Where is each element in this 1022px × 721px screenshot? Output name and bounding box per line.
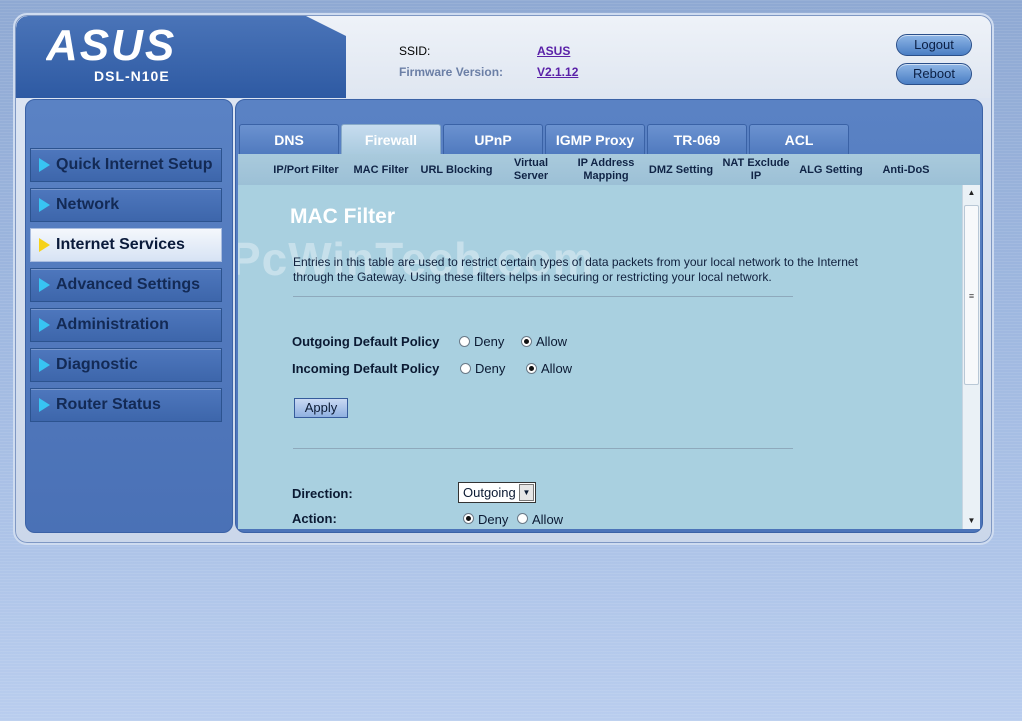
action-deny-radio[interactable] (463, 513, 474, 524)
tab-acl[interactable]: ACL (749, 124, 849, 155)
sidebar-item-label: Internet Services (56, 236, 185, 253)
arrow-icon (39, 318, 50, 332)
sidebar-item-router-status[interactable]: Router Status (30, 388, 222, 422)
sidebar-item-internet-services[interactable]: Internet Services (30, 228, 222, 262)
outgoing-deny-label: Deny (474, 334, 505, 349)
direction-selected-value: Outgoing (463, 485, 516, 500)
header-bar: ASUS DSL-N10E SSID: ASUS Firmware Versio… (16, 16, 991, 98)
sub-navigation: IP/Port Filter MAC Filter URL Blocking V… (238, 154, 980, 185)
sidebar-item-label: Quick Internet Setup (56, 156, 213, 173)
direction-label: Direction: (292, 486, 353, 501)
divider (293, 448, 793, 449)
model-name: DSL-N10E (94, 68, 170, 84)
arrow-icon (39, 158, 50, 172)
sidebar-item-advanced-settings[interactable]: Advanced Settings (30, 268, 222, 302)
incoming-allow-label: Allow (541, 361, 573, 376)
action-allow-label: Allow (532, 512, 564, 527)
outgoing-allow-label: Allow (536, 334, 568, 349)
scroll-thumb[interactable]: ≡ (964, 205, 979, 385)
outgoing-allow-radio[interactable] (521, 336, 532, 347)
content-scrollbar[interactable]: ▲ ≡ ▼ (962, 185, 980, 529)
subnav-anti-dos[interactable]: Anti-DoS (876, 164, 936, 177)
subnav-ip-address-mapping[interactable]: IP Address Mapping (571, 157, 641, 183)
tab-dns[interactable]: DNS (239, 124, 339, 155)
sidebar-item-diagnostic[interactable]: Diagnostic (30, 348, 222, 382)
arrow-icon (39, 238, 50, 252)
tab-upnp[interactable]: UPnP (443, 124, 543, 155)
subnav-url-blocking[interactable]: URL Blocking (419, 164, 494, 177)
apply-button[interactable]: Apply (294, 398, 348, 418)
subnav-dmz-setting[interactable]: DMZ Setting (645, 164, 717, 177)
sidebar-item-label: Router Status (56, 396, 161, 413)
subnav-mac-filter[interactable]: MAC Filter (350, 164, 412, 177)
incoming-allow-radio[interactable] (526, 363, 537, 374)
incoming-deny-radio[interactable] (460, 363, 471, 374)
incoming-deny-label: Deny (475, 361, 506, 376)
reboot-button[interactable]: Reboot (896, 63, 972, 85)
svg-text:ASUS: ASUS (46, 22, 176, 68)
incoming-policy-label: Incoming Default Policy (292, 361, 440, 376)
sidebar-item-quick-internet-setup[interactable]: Quick Internet Setup (30, 148, 222, 182)
sidebar-item-label: Diagnostic (56, 356, 138, 373)
sidebar: Quick Internet Setup Network Internet Se… (25, 99, 233, 533)
tab-tr-069[interactable]: TR-069 (647, 124, 747, 155)
sidebar-item-label: Advanced Settings (56, 276, 201, 293)
scroll-down-icon[interactable]: ▼ (963, 513, 980, 529)
content-area: PcWinTech.com MAC Filter Entries in this… (238, 185, 963, 529)
page-title: MAC Filter (290, 205, 395, 228)
logout-button[interactable]: Logout (896, 34, 972, 56)
arrow-icon (39, 398, 50, 412)
firmware-label: Firmware Version: (399, 65, 504, 79)
subnav-ip-port-filter[interactable]: IP/Port Filter (271, 164, 341, 177)
outgoing-policy-label: Outgoing Default Policy (292, 334, 440, 349)
tab-firewall[interactable]: Firewall (341, 124, 441, 155)
subnav-alg-setting[interactable]: ALG Setting (795, 164, 867, 177)
page-description: Entries in this table are used to restri… (293, 255, 858, 284)
action-deny-label: Deny (478, 512, 509, 527)
outgoing-deny-radio[interactable] (459, 336, 470, 347)
direction-select[interactable]: Outgoing ▼ (458, 482, 536, 503)
sidebar-item-network[interactable]: Network (30, 188, 222, 222)
tab-igmp-proxy[interactable]: IGMP Proxy (545, 124, 645, 155)
firmware-value[interactable]: V2.1.12 (537, 65, 578, 79)
sidebar-item-administration[interactable]: Administration (30, 308, 222, 342)
chevron-down-icon[interactable]: ▼ (519, 484, 534, 501)
ssid-value[interactable]: ASUS (537, 44, 570, 58)
action-label: Action: (292, 511, 337, 526)
subnav-nat-exclude-ip[interactable]: NAT Exclude IP (720, 157, 792, 183)
arrow-icon (39, 278, 50, 292)
sidebar-item-label: Administration (56, 316, 169, 333)
divider (293, 296, 793, 297)
ssid-label: SSID: (399, 44, 431, 58)
sidebar-item-label: Network (56, 196, 120, 213)
scroll-up-icon[interactable]: ▲ (963, 185, 980, 201)
arrow-icon (39, 198, 50, 212)
logo-panel: ASUS DSL-N10E (16, 16, 346, 98)
asus-logo: ASUS (46, 22, 176, 68)
action-allow-radio[interactable] (517, 513, 528, 524)
arrow-icon (39, 358, 50, 372)
subnav-virtual-server[interactable]: Virtual Server (508, 157, 554, 183)
